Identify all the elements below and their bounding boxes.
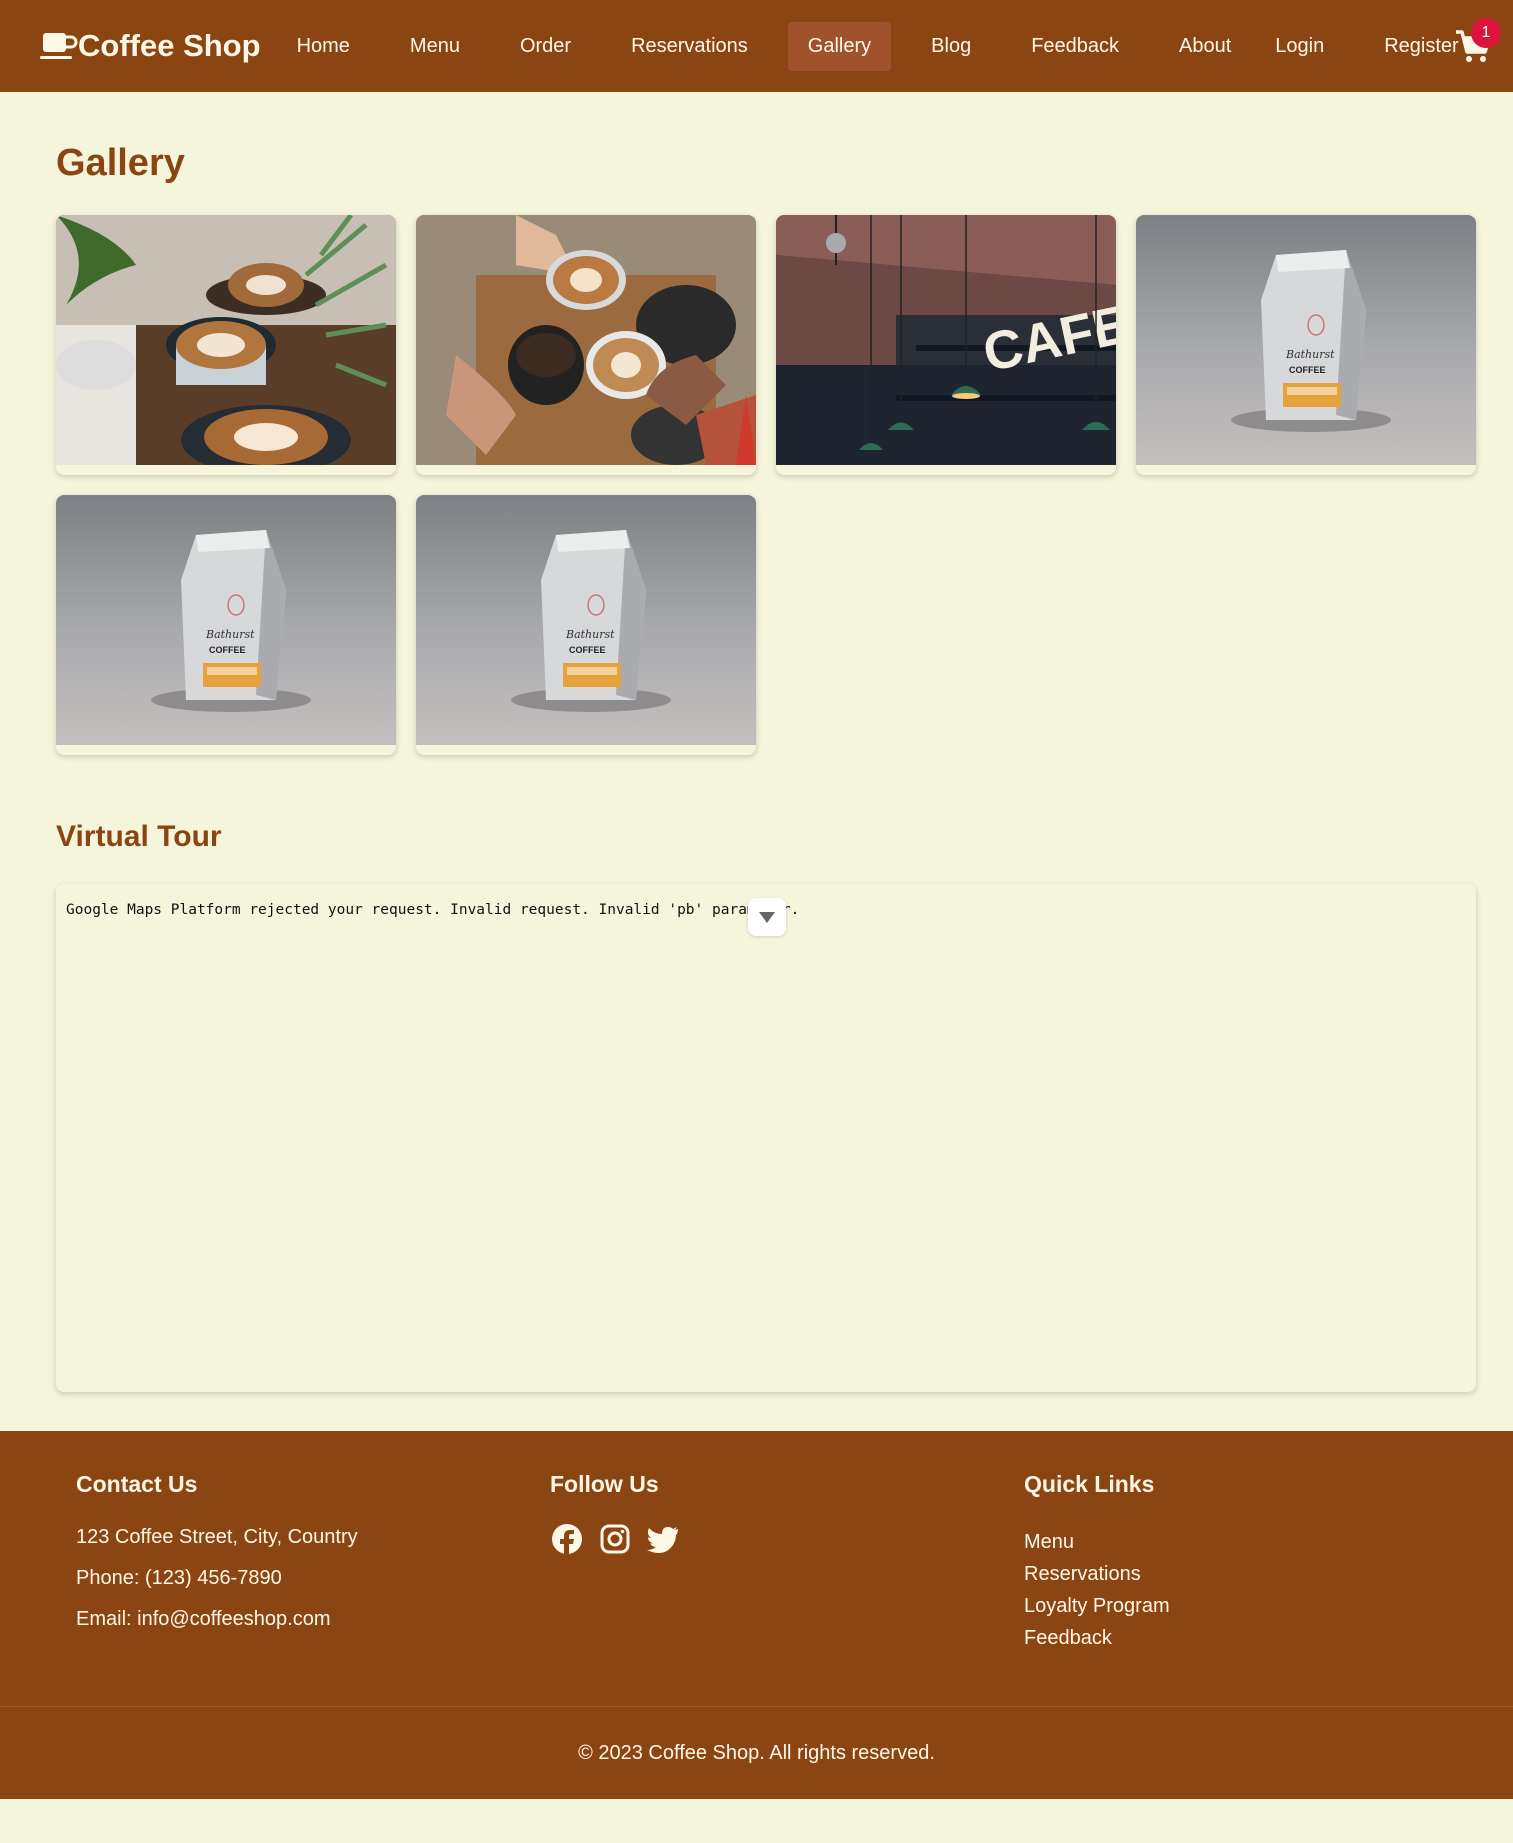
page-title: Gallery [56,142,185,184]
footer-quick-links: Quick Links Menu Reservations Loyalty Pr… [1024,1471,1498,1706]
virtual-tour-embed[interactable]: Google Maps Platform rejected your reque… [56,884,1476,1392]
facebook-icon[interactable] [550,1522,584,1556]
quick-link-loyalty[interactable]: Loyalty Program [1024,1590,1498,1622]
quick-links-title: Quick Links [1024,1471,1155,1497]
gallery-item[interactable]: Bathurst COFFEE [56,495,396,755]
footer: Contact Us 123 Coffee Street, City, Coun… [0,1431,1513,1799]
gallery-item[interactable]: Bathurst COFFEE [416,495,756,755]
nav-login[interactable]: Login [1253,22,1344,71]
nav-about[interactable]: About [1159,22,1253,71]
coffee-bag-photo: Bathurst COFFEE [416,495,756,745]
gallery-item[interactable] [56,215,396,475]
latte-cups-photo [56,215,396,465]
nav-reservations[interactable]: Reservations [611,22,768,71]
nav-links: Home Menu Order Reservations Gallery Blo… [277,21,1489,71]
cart-button[interactable]: 1 [1453,18,1501,66]
svg-text:Bathurst: Bathurst [1285,348,1335,361]
coffee-cup-icon [40,33,78,59]
copyright: © 2023 Coffee Shop. All rights reserved. [0,1706,1513,1799]
quick-link-feedback[interactable]: Feedback [1024,1622,1498,1654]
coffee-toast-photo [416,215,756,465]
nav-gallery[interactable]: Gallery [787,21,892,71]
quick-link-reservations[interactable]: Reservations [1024,1558,1498,1590]
svg-text:COFFEE: COFFEE [209,645,246,655]
coffee-bag-photo: Bathurst COFFEE [1136,215,1476,465]
cafe-sign-photo: CAFE [776,215,1116,465]
twitter-icon[interactable] [646,1522,680,1556]
svg-text:COFFEE: COFFEE [569,645,606,655]
footer-contact: Contact Us 123 Coffee Street, City, Coun… [76,1471,550,1706]
scroll-down-button[interactable] [748,898,786,936]
contact-title: Contact Us [76,1471,198,1497]
contact-phone: Phone: (123) 456-7890 [76,1567,282,1589]
chevron-down-icon [759,912,775,923]
svg-text:COFFEE: COFFEE [1289,365,1326,375]
nav-blog[interactable]: Blog [911,22,991,71]
nav-menu[interactable]: Menu [390,22,480,71]
coffee-bag-photo: Bathurst COFFEE [56,495,396,745]
brand[interactable]: Coffee Shop [40,28,261,64]
svg-text:Bathurst: Bathurst [205,628,255,641]
navbar: Coffee Shop Home Menu Order Reservations… [0,0,1513,92]
follow-title: Follow Us [550,1471,659,1497]
brand-name: Coffee Shop [78,28,261,63]
gallery-item[interactable] [416,215,756,475]
nav-feedback[interactable]: Feedback [1011,22,1139,71]
nav-home[interactable]: Home [277,22,370,71]
cart-count-badge: 1 [1471,18,1501,48]
footer-follow: Follow Us [550,1471,1024,1706]
gallery-item[interactable]: CAFE [776,215,1116,475]
gallery-item[interactable]: Bathurst COFFEE [1136,215,1476,475]
quick-link-menu[interactable]: Menu [1024,1526,1498,1558]
svg-text:Bathurst: Bathurst [565,628,615,641]
contact-address: 123 Coffee Street, City, Country [76,1526,358,1548]
instagram-icon[interactable] [598,1522,632,1556]
main-content: Gallery CAFE Bathurst COFFEE Bathurst CO… [0,142,1513,1392]
gallery-grid: CAFE Bathurst COFFEE Bathurst COFFEE Bat… [56,215,1476,755]
virtual-tour-title: Virtual Tour [56,820,222,853]
nav-order[interactable]: Order [500,22,591,71]
contact-email: Email: info@coffeeshop.com [76,1608,331,1630]
